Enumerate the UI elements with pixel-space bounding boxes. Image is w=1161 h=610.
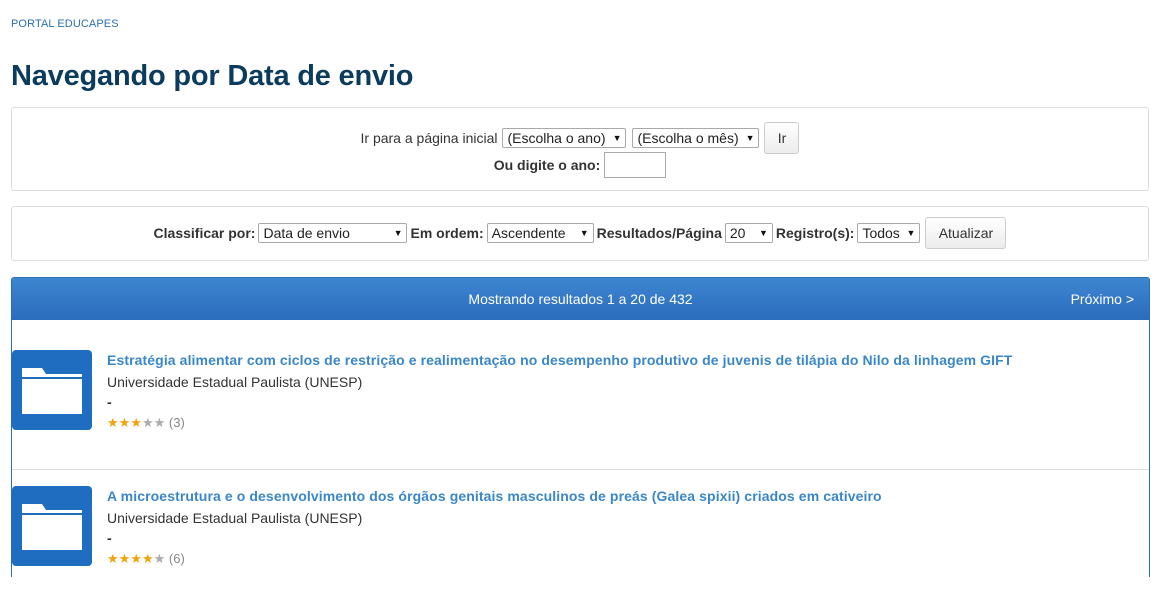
go-button[interactable]: Ir xyxy=(764,122,800,154)
caret-down-icon: ▼ xyxy=(393,228,403,238)
year-input[interactable] xyxy=(604,152,667,178)
rating-count: (6) xyxy=(168,551,185,566)
caret-down-icon: ▼ xyxy=(906,228,916,238)
records-label: Registro(s): xyxy=(775,225,855,241)
caret-down-icon: ▼ xyxy=(579,228,589,238)
year-input-row: Ou digite o ano: xyxy=(12,152,1148,178)
records-value: Todos xyxy=(862,225,900,241)
item-rating: ★★★★★ (3) xyxy=(107,415,1012,431)
item-institution: Universidade Estadual Paulista (UNESP) xyxy=(107,374,363,390)
month-select[interactable]: (Escolha o mês) ▼ xyxy=(632,128,760,148)
caret-down-icon: ▼ xyxy=(758,228,768,238)
jump-row: Ir para a página inicial (Escolha o ano)… xyxy=(12,122,1148,154)
order-select[interactable]: Ascendente ▼ xyxy=(486,223,594,243)
results-count: Mostrando resultados 1 a 20 de 432 xyxy=(468,291,693,307)
results-panel: Mostrando resultados 1 a 20 de 432 Próxi… xyxy=(11,277,1150,577)
update-button[interactable]: Atualizar xyxy=(925,217,1007,249)
per-page-select[interactable]: 20 ▼ xyxy=(724,223,773,243)
folder-icon xyxy=(22,504,82,550)
folder-icon xyxy=(22,368,82,414)
breadcrumb-portal-educapes[interactable]: PORTAL EDUCAPES xyxy=(11,18,119,30)
year-select-value: (Escolha o ano) xyxy=(507,130,606,146)
month-select-value: (Escolha o mês) xyxy=(637,130,739,146)
order-value: Ascendente xyxy=(491,225,566,241)
next-page-link[interactable]: Próximo > xyxy=(1071,291,1134,307)
item-institution: Universidade Estadual Paulista (UNESP) xyxy=(107,510,363,526)
caret-down-icon: ▼ xyxy=(745,133,755,143)
sort-options-panel: Classificar por: Data de envio ▼ Em orde… xyxy=(11,206,1149,261)
list-item: A microestrutura e o desenvolvimento dos… xyxy=(12,470,1149,610)
sort-by-value: Data de envio xyxy=(263,225,350,241)
jump-label: Ir para a página inicial xyxy=(360,130,498,146)
item-title-link[interactable]: Estratégia alimentar com ciclos de restr… xyxy=(107,352,1012,368)
star-icon: ★★★★★ xyxy=(107,551,166,566)
rating-count: (3) xyxy=(168,415,185,430)
item-thumbnail[interactable] xyxy=(12,486,92,566)
item-author: - xyxy=(107,394,112,410)
item-title-link[interactable]: A microestrutura e o desenvolvimento dos… xyxy=(107,488,882,504)
item-body: Estratégia alimentar com ciclos de restr… xyxy=(107,352,1012,431)
records-select[interactable]: Todos ▼ xyxy=(857,223,921,243)
year-input-label: Ou digite o ano: xyxy=(493,157,601,173)
order-label: Em ordem: xyxy=(410,225,484,241)
sort-by-select[interactable]: Data de envio ▼ xyxy=(258,223,408,243)
page-title: Navegando por Data de envio xyxy=(11,60,414,92)
year-select[interactable]: (Escolha o ano) ▼ xyxy=(502,128,627,148)
sort-by-label: Classificar por: xyxy=(153,225,256,241)
item-rating: ★★★★★ (6) xyxy=(107,551,882,567)
results-header: Mostrando resultados 1 a 20 de 432 Próxi… xyxy=(12,278,1149,320)
per-page-value: 20 xyxy=(729,225,746,241)
caret-down-icon: ▼ xyxy=(612,133,622,143)
list-item: Estratégia alimentar com ciclos de restr… xyxy=(12,321,1149,470)
item-body: A microestrutura e o desenvolvimento dos… xyxy=(107,488,882,567)
jump-to-panel: Ir para a página inicial (Escolha o ano)… xyxy=(11,107,1149,191)
per-page-label: Resultados/Página xyxy=(596,225,722,241)
item-author: - xyxy=(107,530,112,546)
item-thumbnail[interactable] xyxy=(12,350,92,430)
star-icon: ★★★★★ xyxy=(107,415,166,430)
sort-row: Classificar por: Data de envio ▼ Em orde… xyxy=(12,217,1148,249)
